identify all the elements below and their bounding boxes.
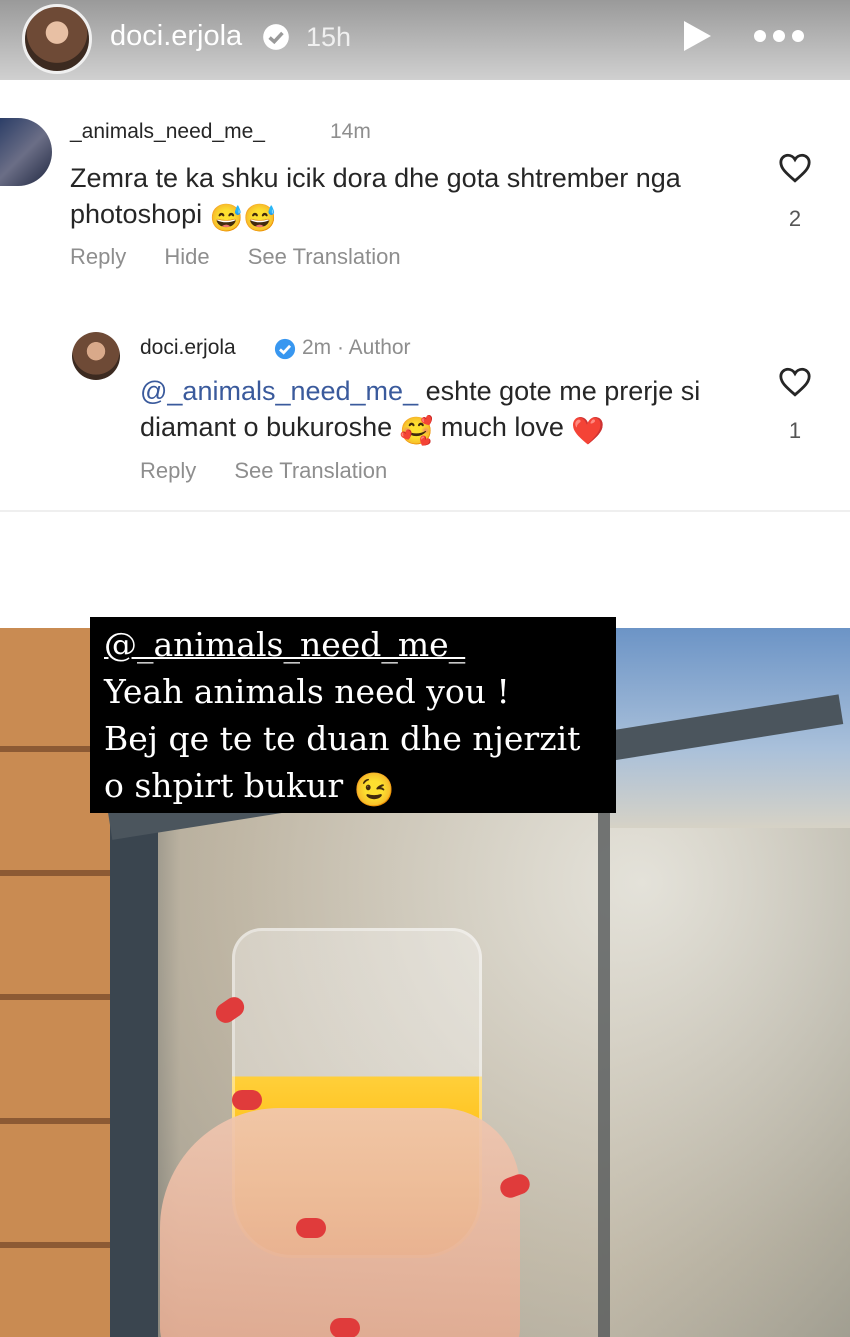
caption-mention[interactable]: @_animals_need_me_ (104, 625, 465, 664)
comment-username[interactable]: _animals_need_me_ (70, 120, 265, 144)
nail (330, 1318, 360, 1337)
avatar[interactable] (22, 4, 92, 74)
avatar[interactable] (72, 332, 120, 380)
caption-line-last: o shpirt bukur 😉 (104, 766, 395, 810)
see-translation-button[interactable]: See Translation (234, 458, 387, 483)
caption-line: Bej qe te te duan dhe njerzit (104, 719, 581, 758)
comment-actions: Reply Hide See Translation (70, 244, 433, 270)
comment-text: @_animals_need_me_ eshte gote me prerje … (140, 373, 760, 449)
like-count: 1 (788, 418, 802, 443)
story-username[interactable]: doci.erjola (110, 20, 242, 53)
caption-line: Yeah animals need you ! (104, 672, 510, 711)
comment-actions: Reply See Translation (140, 458, 419, 484)
story-time: 15h (306, 22, 352, 52)
heart-emoji: ❤️ (571, 416, 606, 446)
hand (160, 1108, 520, 1337)
heart-icon[interactable] (778, 152, 812, 184)
verified-badge-icon (274, 338, 296, 360)
comment-time: 14m (330, 120, 371, 143)
wink-emoji: 😉 (353, 770, 395, 809)
hide-button[interactable]: Hide (164, 244, 209, 269)
verified-badge-icon (263, 24, 289, 50)
comment-meta: 2m · Author (302, 336, 411, 359)
comment-username[interactable]: doci.erjola (140, 336, 236, 360)
heart-icon[interactable] (778, 366, 812, 398)
like-count: 2 (788, 206, 802, 231)
more-icon[interactable] (752, 28, 806, 44)
emoji: 😅😅 (209, 203, 277, 233)
see-translation-button[interactable]: See Translation (248, 244, 401, 269)
mention-link[interactable]: @_animals_need_me_ (140, 376, 418, 406)
comment-text: Zemra te ka shku icik dora dhe gota shtr… (70, 160, 750, 236)
reply-button[interactable]: Reply (140, 458, 196, 483)
comment-body-end: much love (433, 412, 564, 442)
comment-body: Zemra te ka shku icik dora dhe gota shtr… (70, 163, 681, 229)
caption-text: o shpirt bukur (104, 766, 344, 805)
divider (0, 510, 850, 512)
story-caption[interactable]: @_animals_need_me_ Yeah animals need you… (90, 617, 616, 813)
nail (232, 1090, 262, 1110)
emoji: 🥰 (399, 416, 434, 446)
reply-button[interactable]: Reply (70, 244, 126, 269)
story-header: doci.erjola 15h (0, 0, 850, 80)
play-icon[interactable] (678, 18, 714, 54)
avatar[interactable] (0, 118, 52, 186)
nail (296, 1218, 326, 1238)
